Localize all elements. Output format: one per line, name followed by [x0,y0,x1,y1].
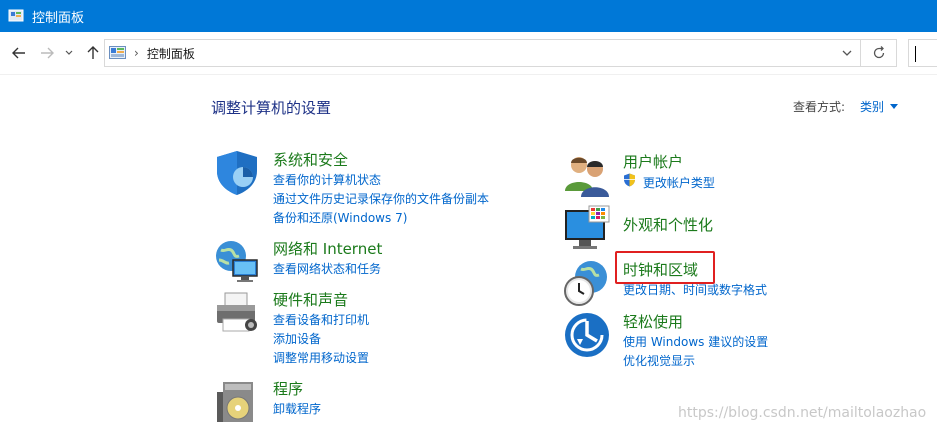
users-icon [565,157,609,197]
link-network-status-tasks[interactable]: 查看网络状态和任务 [273,260,381,279]
forward-button[interactable] [38,44,56,62]
category-network: 网络和 Internet 查看网络状态和任务 [213,238,543,282]
ease-of-access-icon [565,313,609,357]
text-caret [915,46,916,62]
refresh-icon [873,46,884,59]
up-button[interactable] [84,44,102,62]
category-title[interactable]: 程序 [273,378,303,399]
category-clock-region: 时钟和区域 更改日期、时间或数字格式 [563,259,893,306]
category-title[interactable]: 系统和安全 [273,149,348,170]
link-backup-restore[interactable]: 备份和还原(Windows 7) [273,209,489,228]
chevron-down-icon[interactable] [840,46,854,60]
category-title[interactable]: 轻松使用 [623,311,683,332]
chevron-down-icon [65,50,73,55]
highlight-box [615,251,715,284]
link-devices-printers[interactable]: 查看设备和打印机 [273,311,369,330]
view-by-dropdown[interactable]: 类别 [860,98,899,115]
clock-globe-icon [564,261,607,306]
title-bar: 控制面板 [0,0,937,32]
link-file-history-backup[interactable]: 通过文件历史记录保存你的文件备份副本 [273,190,489,209]
category-ease-of-access: 轻松使用 使用 Windows 建议的设置 优化视觉显示 [563,311,893,368]
recent-locations-button[interactable] [63,44,75,62]
link-add-device[interactable]: 添加设备 [273,330,369,349]
category-title[interactable]: 用户帐户 [623,151,683,172]
search-input[interactable] [908,39,937,67]
category-title[interactable]: 硬件和声音 [273,289,348,310]
link-uninstall-program[interactable]: 卸载程序 [273,400,321,419]
control-panel-icon [8,9,24,22]
network-globe-icon [216,241,258,282]
link-label: 更改帐户类型 [642,176,715,190]
link-mobility-settings[interactable]: 调整常用移动设置 [273,349,369,368]
back-button[interactable] [10,44,28,62]
category-hardware-sound: 硬件和声音 查看设备和打印机 添加设备 调整常用移动设置 [213,289,543,365]
address-bar[interactable]: › 控制面板 [104,39,861,67]
breadcrumb-separator[interactable]: › [134,46,139,60]
view-by-value: 类别 [860,100,885,114]
category-title[interactable]: 外观和个性化 [623,214,713,235]
refresh-button[interactable] [861,39,897,67]
category-system-security: 系统和安全 查看你的计算机状态 通过文件历史记录保存你的文件备份副本 备份和还原… [213,149,543,225]
view-by-label: 查看方式: [793,100,846,114]
control-panel-icon [109,46,126,59]
breadcrumb-control-panel[interactable]: 控制面板 [147,45,195,62]
link-change-account-type[interactable]: 更改帐户类型 [623,173,715,192]
window-title: 控制面板 [32,10,85,26]
link-windows-suggested-settings[interactable]: 使用 Windows 建议的设置 [623,333,768,352]
appearance-monitor-icon [565,205,610,249]
category-title[interactable]: 网络和 Internet [273,238,382,259]
programs-disc-icon [217,382,253,422]
arrow-up-icon [87,46,99,59]
page-title: 调整计算机的设置 [211,99,332,117]
security-shield-icon [217,151,257,195]
printer-icon [217,292,257,332]
category-user-accounts: 用户帐户 更改帐户类型 [563,151,893,197]
arrow-left-icon [12,47,25,59]
category-programs: 程序 卸载程序 [213,378,543,422]
arrow-right-icon [41,47,54,59]
link-optimize-visual-display[interactable]: 优化视觉显示 [623,352,768,371]
watermark: https://blog.csdn.net/mailtolaozhao [678,405,927,421]
navigation-bar: › 控制面板 [0,32,937,75]
category-appearance: 外观和个性化 [563,204,893,252]
link-view-computer-status[interactable]: 查看你的计算机状态 [273,171,489,190]
caret-down-icon [890,103,899,109]
uac-shield-icon [624,173,635,187]
